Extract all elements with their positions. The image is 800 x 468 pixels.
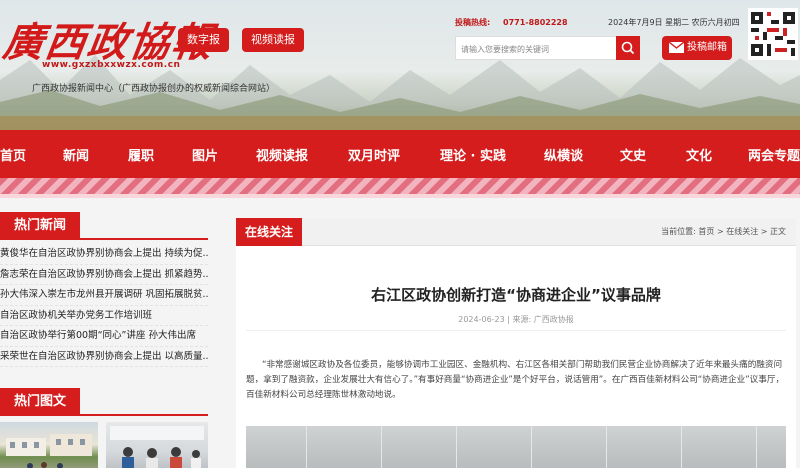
list-item[interactable]: 黄俊华在自治区政协界别协商会上提出 持续为促... (0, 244, 208, 265)
search-box (455, 36, 640, 61)
breadcrumb[interactable]: 当前位置: 首页 > 在线关注 > 正文 (661, 226, 786, 237)
nav-item-history[interactable]: 文史 (620, 145, 646, 164)
article-body: “非常感谢城区政协及各位委员，能够协调市工业园区、金融机构、右江区各相关部门帮助… (246, 360, 785, 400)
search-button[interactable] (616, 36, 640, 60)
list-item[interactable]: 詹志荣在自治区政协界别协商会上提出 抓紧趋势... (0, 265, 208, 285)
main-nav: 首页 新闻 履职 图片 视频读报 双月时评 理论 · 实践 纵横谈 文史 文化 … (0, 130, 800, 178)
current-date: 2024年7月9日 星期二 农历六月初四 (608, 18, 740, 27)
site-header: 廣西政協報 www.gxzxbxxwzx.com.cn 广西政协报新闻中心（广西… (0, 0, 800, 130)
nav-item-duties[interactable]: 履职 (128, 145, 154, 164)
site-tagline: 广西政协报新闻中心（广西政协报创办的权威新闻综合网站） (32, 84, 276, 94)
list-item[interactable]: 自治区政协举行第00期“同心”讲座 孙大伟出席 (0, 326, 208, 347)
section-tab[interactable]: 在线关注 (236, 218, 303, 246)
list-item[interactable]: 采荣世在自治区政协界别协商会上提出 以高质量... (0, 347, 208, 367)
hot-pics-title: 热门图文 (0, 388, 81, 416)
list-item[interactable]: 孙大伟深入崇左市龙州县开展调研 巩固拓展脱贫... (0, 285, 208, 306)
list-item[interactable]: 自治区政协机关举办党务工作培训班 (0, 306, 208, 326)
nav-item-news[interactable]: 新闻 (63, 145, 89, 164)
article-panel-header: 在线关注 当前位置: 首页 > 在线关注 > 正文 (236, 218, 796, 246)
hot-news-list: 黄俊华在自治区政协界别协商会上提出 持续为促... 詹志荣在自治区政协界别协商会… (0, 244, 208, 367)
left-sidebar: 热门新闻 黄俊华在自治区政协界别协商会上提出 持续为促... 詹志荣在自治区政协… (0, 212, 208, 468)
video-reading-button[interactable]: 视频读报 (242, 28, 304, 52)
digital-paper-button[interactable]: 数字报 (178, 28, 229, 52)
divider (246, 330, 786, 331)
nav-item-sessions[interactable]: 两会专题 (748, 145, 800, 164)
submit-email-button[interactable]: 投稿邮箱 (662, 36, 732, 60)
decorative-stripe (0, 178, 800, 194)
qr-code (748, 8, 798, 60)
nav-item-talks[interactable]: 纵横谈 (544, 145, 583, 164)
submit-email-label: 投稿邮箱 (687, 42, 727, 53)
decorative-band (0, 194, 800, 198)
article-meta: 2024-06-23 | 来源: 广西政协报 (458, 315, 574, 324)
hot-news-header: 热门新闻 (0, 212, 208, 240)
article-title: 右江区政协创新打造“协商进企业”议事品牌 (371, 286, 661, 304)
nav-item-culture[interactable]: 文化 (686, 145, 712, 164)
hotline-label: 投稿热线: (455, 18, 491, 27)
article-panel: 在线关注 当前位置: 首页 > 在线关注 > 正文 右江区政协创新打造“协商进企… (236, 218, 796, 468)
nav-item-bimonthly[interactable]: 双月时评 (348, 145, 400, 164)
hot-pic-thumbnail[interactable] (106, 422, 208, 468)
hot-pics (0, 422, 208, 468)
nav-item-video[interactable]: 视频读报 (256, 145, 308, 164)
hotline-number: 0771-8802228 (503, 18, 568, 27)
hot-pics-header: 热门图文 (0, 388, 208, 416)
article-image (246, 426, 786, 468)
hot-news-title: 热门新闻 (0, 212, 81, 240)
hot-pic-thumbnail[interactable] (0, 422, 98, 468)
search-input[interactable] (456, 38, 616, 61)
nav-item-theory[interactable]: 理论 · 实践 (440, 145, 506, 164)
nav-item-home[interactable]: 首页 (0, 145, 26, 164)
search-icon (621, 41, 635, 55)
mail-icon (669, 42, 684, 53)
hotline: 投稿热线: 0771-8802228 (455, 17, 568, 28)
site-url: www.gxzxbxxwzx.com.cn (42, 60, 181, 70)
nav-item-pictures[interactable]: 图片 (192, 145, 218, 164)
